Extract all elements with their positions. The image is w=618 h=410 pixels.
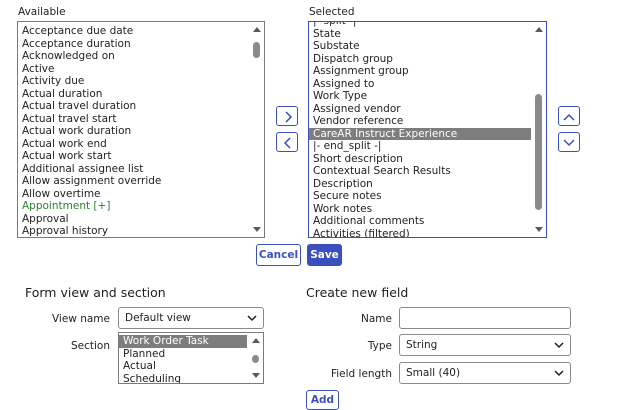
add-to-selected-button[interactable] [276, 106, 298, 126]
chevron-down-icon [554, 342, 564, 349]
scroll-down-icon[interactable] [252, 373, 260, 378]
selected-list-item[interactable]: Secure notes [309, 190, 531, 203]
available-list-item[interactable]: Actual work end [18, 138, 249, 151]
section-list-item[interactable]: Work Order Task [119, 335, 247, 348]
available-list-item[interactable]: Allow overtime [18, 188, 249, 201]
selected-list-item[interactable]: Description [309, 178, 531, 191]
available-list-item[interactable]: Allow assignment override [18, 175, 249, 188]
move-down-button[interactable] [558, 132, 580, 152]
scroll-down-icon[interactable] [253, 227, 261, 232]
chevron-down-icon [554, 370, 564, 377]
available-scrollbar[interactable] [250, 22, 264, 237]
chevron-left-icon [283, 137, 291, 149]
selected-list-item[interactable]: Substate [309, 40, 531, 53]
available-list-item[interactable]: Active [18, 63, 249, 76]
selected-list-item[interactable]: Assigned to [309, 78, 531, 91]
selected-label: Selected [309, 6, 355, 18]
section-list-item[interactable]: Actual [119, 360, 247, 373]
available-list-item[interactable]: Approval history [18, 225, 249, 237]
available-list-item[interactable]: Approval [18, 213, 249, 226]
section-label: Section [70, 340, 110, 352]
cancel-button[interactable]: Cancel [256, 244, 301, 266]
name-label: Name [361, 313, 392, 325]
scroll-thumb[interactable] [252, 355, 259, 363]
remove-from-selected-button[interactable] [276, 132, 298, 152]
scroll-thumb[interactable] [535, 94, 542, 210]
selected-listbox[interactable]: |- split -| State Substate Dispatch group As… [308, 21, 547, 238]
available-label: Available [18, 6, 66, 18]
chevron-down-icon [247, 315, 257, 322]
field-length-select[interactable]: Small (40) [399, 362, 571, 384]
save-button[interactable]: Save [307, 244, 342, 266]
scroll-thumb[interactable] [253, 42, 260, 58]
chevron-down-icon [563, 139, 575, 147]
selected-list-item[interactable]: Vendor reference [309, 115, 531, 128]
selected-list-item[interactable]: Dispatch group [309, 53, 531, 66]
selected-list-item[interactable]: |- end_split -| [309, 140, 531, 153]
scroll-up-icon[interactable] [253, 27, 261, 32]
view-name-label: View name [51, 313, 110, 325]
chevron-up-icon [563, 113, 575, 121]
selected-list-item[interactable]: Assigned vendor [309, 103, 531, 116]
available-listbox[interactable]: Acceptance due date Acceptance duration Ac… [17, 21, 265, 238]
view-name-value: Default view [125, 312, 191, 324]
available-list-item[interactable]: Acceptance duration [18, 38, 249, 51]
scroll-up-icon[interactable] [252, 338, 260, 343]
section-list-item[interactable]: Planned [119, 348, 247, 361]
available-list-item[interactable]: Actual travel start [18, 113, 249, 126]
form-view-heading: Form view and section [25, 285, 166, 300]
section-listbox[interactable]: Work Order Task Planned Actual Scheduling [118, 332, 264, 384]
scroll-down-icon[interactable] [535, 227, 543, 232]
selected-scrollbar[interactable] [532, 22, 546, 237]
field-length-value: Small (40) [406, 367, 461, 379]
selected-list-item[interactable]: Work Type [309, 90, 531, 103]
field-length-label: Field length [330, 368, 392, 380]
available-list-item[interactable]: Acceptance due date [18, 25, 249, 38]
selected-list-item[interactable]: Contextual Search Results [309, 165, 531, 178]
selected-list-item[interactable]: CareAR Instruct Experience [309, 127, 531, 140]
move-up-button[interactable] [558, 106, 580, 126]
available-list-item[interactable]: Actual travel duration [18, 100, 249, 113]
chevron-right-icon [285, 111, 293, 123]
selected-list-item[interactable]: Additional comments [309, 215, 531, 228]
selected-list-item[interactable]: Work notes [309, 203, 531, 216]
selected-list-item[interactable]: Short description [309, 153, 531, 166]
type-value: String [406, 339, 438, 351]
available-list-item[interactable]: Actual work duration [18, 125, 249, 138]
available-list-item[interactable]: Actual work start [18, 150, 249, 163]
available-list-item[interactable]: Actual duration [18, 88, 249, 101]
add-field-button[interactable]: Add [306, 390, 339, 410]
available-list-item[interactable]: Acknowledged on [18, 50, 249, 63]
scroll-up-icon[interactable] [535, 27, 543, 32]
section-scrollbar[interactable] [249, 333, 263, 383]
selected-list-item[interactable]: Assignment group [309, 65, 531, 78]
type-label: Type [367, 340, 392, 352]
available-list-item[interactable]: Additional assignee list [18, 163, 249, 176]
create-field-heading: Create new field [306, 285, 409, 300]
section-list-item[interactable]: Scheduling [119, 373, 247, 384]
name-input[interactable] [399, 307, 571, 329]
available-list-item[interactable]: Activity due [18, 75, 249, 88]
available-list-item[interactable]: Appointment [+] [18, 200, 249, 213]
type-select[interactable]: String [399, 334, 571, 356]
view-name-select[interactable]: Default view [118, 307, 264, 329]
selected-list-item[interactable]: State [309, 28, 531, 41]
selected-list-item[interactable]: Activities (filtered) [309, 228, 531, 238]
